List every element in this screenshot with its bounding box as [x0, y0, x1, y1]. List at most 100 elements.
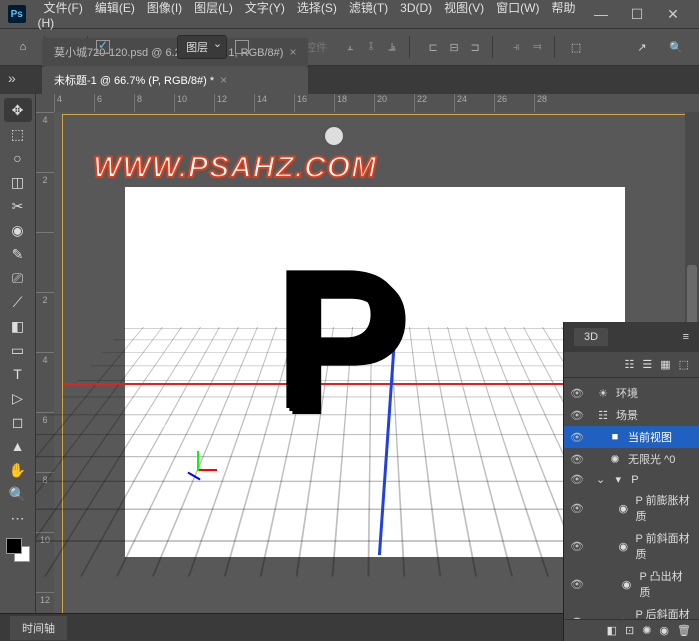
expand-tabs-icon[interactable]: »	[8, 70, 16, 86]
auto-select-checkbox[interactable]	[96, 40, 110, 54]
home-icon[interactable]: ⌂	[10, 34, 36, 60]
align-right-icon[interactable]: ⊐	[466, 38, 484, 56]
tool-6[interactable]: ✎	[4, 242, 32, 266]
tool-2[interactable]: ○	[4, 146, 32, 170]
search-icon[interactable]: 🔍	[663, 34, 689, 60]
3d-footer-btn-2[interactable]: ✺	[642, 624, 651, 637]
minimize-button[interactable]: —	[583, 0, 619, 28]
3d-footer-btn-1[interactable]: ⊡	[625, 624, 634, 637]
3d-filter-3[interactable]: ⬚	[679, 358, 689, 371]
menu-5[interactable]: 选择(S)	[291, 0, 343, 17]
document-tab-0[interactable]: 莫小城720-120.psd @ 6.25% (图层 1, RGB/8#)×	[42, 38, 308, 66]
tab-close-icon[interactable]: ×	[220, 73, 227, 87]
tree-row-2[interactable]: 👁■当前视图	[564, 426, 699, 448]
item-label: P 前膨胀材质	[635, 492, 693, 524]
axis-gizmo[interactable]	[183, 455, 213, 485]
tool-11[interactable]: T	[4, 362, 32, 386]
horizontal-ruler[interactable]: 46810121416182022242628	[54, 94, 699, 112]
visibility-icon[interactable]: 👁	[570, 431, 584, 444]
transform-checkbox[interactable]	[235, 40, 249, 54]
3d-footer-btn-0[interactable]: ◧	[607, 624, 617, 637]
3d-panel-footer: ◧ ⊡ ✺ ◉ 🗑	[564, 619, 699, 641]
tools-panel: ✥⬚○◫✂◉✎⎚⟋◧▭T▷◻▲✋🔍⋯	[0, 94, 36, 641]
visibility-icon[interactable]: 👁	[570, 387, 584, 400]
maximize-button[interactable]: ☐	[619, 0, 655, 28]
menu-7[interactable]: 3D(D)	[394, 0, 438, 17]
camera-widget[interactable]: ⊕ ↔	[143, 415, 173, 432]
tree-row-6[interactable]: 👁◉P 前斜面材质	[564, 527, 699, 565]
tool-12[interactable]: ▷	[4, 386, 32, 410]
tree-row-3[interactable]: 👁✺无限光 ^0	[564, 448, 699, 470]
item-icon: ◉	[617, 540, 629, 553]
watermark-psahz: WWW.PSAHZ.COM	[93, 151, 377, 185]
3d-sphere-widget[interactable]	[323, 125, 345, 147]
menu-2[interactable]: 图像(I)	[141, 0, 188, 17]
tool-13[interactable]: ◻	[4, 410, 32, 434]
tool-17[interactable]: ⋯	[4, 506, 32, 530]
menu-3[interactable]: 图层(L)	[188, 0, 239, 17]
visibility-icon[interactable]: 👁	[570, 409, 584, 422]
item-label: P 凸出材质	[639, 568, 693, 600]
visibility-icon[interactable]: 👁	[570, 540, 584, 553]
menu-9[interactable]: 窗口(W)	[490, 0, 545, 17]
panel-title: 3D	[574, 328, 608, 346]
expand-icon[interactable]: ⌄	[596, 473, 605, 486]
3d-letter-object[interactable]: P	[273, 255, 406, 425]
item-icon: ✺	[608, 453, 622, 466]
tree-row-1[interactable]: 👁☷场景	[564, 404, 699, 426]
color-swatch[interactable]	[6, 538, 30, 562]
3d-filter-0[interactable]: ☷	[624, 358, 634, 371]
tool-1[interactable]: ⬚	[4, 122, 32, 146]
tool-3[interactable]: ◫	[4, 170, 32, 194]
panel-header[interactable]: 3D ≡	[564, 322, 699, 352]
3d-scene-tree: 👁☀环境👁☷场景👁■当前视图👁✺无限光 ^0👁⌄▾P👁◉P 前膨胀材质👁◉P 前…	[564, 378, 699, 641]
item-icon: ☀	[596, 387, 610, 400]
menu-8[interactable]: 视图(V)	[438, 0, 490, 17]
tool-8[interactable]: ⟋	[4, 290, 32, 314]
tree-row-0[interactable]: 👁☀环境	[564, 382, 699, 404]
menu-6[interactable]: 滤镜(T)	[343, 0, 394, 17]
tree-row-4[interactable]: 👁⌄▾P	[564, 470, 699, 489]
panel-menu-icon[interactable]: ≡	[683, 331, 689, 343]
visibility-icon[interactable]: 👁	[570, 473, 584, 486]
timeline-tab[interactable]: 时间轴	[10, 616, 67, 640]
align-vcenter-icon[interactable]: ⫱	[362, 38, 380, 56]
target-dropdown[interactable]: 图层	[177, 35, 227, 59]
tool-5[interactable]: ◉	[4, 218, 32, 242]
align-top-icon[interactable]: ⫠	[341, 38, 359, 56]
3d-footer-btn-3[interactable]: ◉	[659, 624, 669, 637]
tool-4[interactable]: ✂	[4, 194, 32, 218]
tool-15[interactable]: ✋	[4, 458, 32, 482]
menu-1[interactable]: 编辑(E)	[89, 0, 141, 17]
tool-7[interactable]: ⎚	[4, 266, 32, 290]
visibility-icon[interactable]: 👁	[570, 453, 584, 466]
3d-footer-btn-4[interactable]: 🗑	[677, 624, 691, 637]
tool-14[interactable]: ▲	[4, 434, 32, 458]
foreground-color[interactable]	[6, 538, 22, 554]
tool-9[interactable]: ◧	[4, 314, 32, 338]
3d-mode-icon[interactable]: ⬚	[563, 34, 589, 60]
share-icon[interactable]: ↗	[629, 34, 655, 60]
distribute-h-icon[interactable]: ⫣	[507, 38, 525, 56]
tree-row-5[interactable]: 👁◉P 前膨胀材质	[564, 489, 699, 527]
align-left-icon[interactable]: ⊏	[424, 38, 442, 56]
window-controls: — ☐ ✕	[583, 0, 691, 28]
3d-filter-1[interactable]: ☰	[642, 358, 652, 371]
3d-filter-2[interactable]: ▦	[660, 358, 670, 371]
ruler-origin[interactable]	[36, 94, 54, 112]
tool-16[interactable]: 🔍	[4, 482, 32, 506]
tree-row-7[interactable]: 👁◉P 凸出材质	[564, 565, 699, 603]
visibility-icon[interactable]: 👁	[570, 578, 584, 591]
tool-0[interactable]: ✥	[4, 98, 32, 122]
document-tab-1[interactable]: 未标题-1 @ 66.7% (P, RGB/8#) *×	[42, 66, 308, 94]
tab-close-icon[interactable]: ×	[289, 45, 296, 59]
tool-10[interactable]: ▭	[4, 338, 32, 362]
visibility-icon[interactable]: 👁	[570, 502, 584, 515]
item-label: 当前视图	[628, 429, 672, 445]
close-button[interactable]: ✕	[655, 0, 691, 28]
align-bottom-icon[interactable]: ⫡	[383, 38, 401, 56]
distribute-v-icon[interactable]: ⫤	[528, 38, 546, 56]
menu-4[interactable]: 文字(Y)	[239, 0, 291, 17]
workspace: ✥⬚○◫✂◉✎⎚⟋◧▭T▷◻▲✋🔍⋯ 468101214161820222426…	[0, 94, 699, 641]
align-hcenter-icon[interactable]: ⊟	[445, 38, 463, 56]
